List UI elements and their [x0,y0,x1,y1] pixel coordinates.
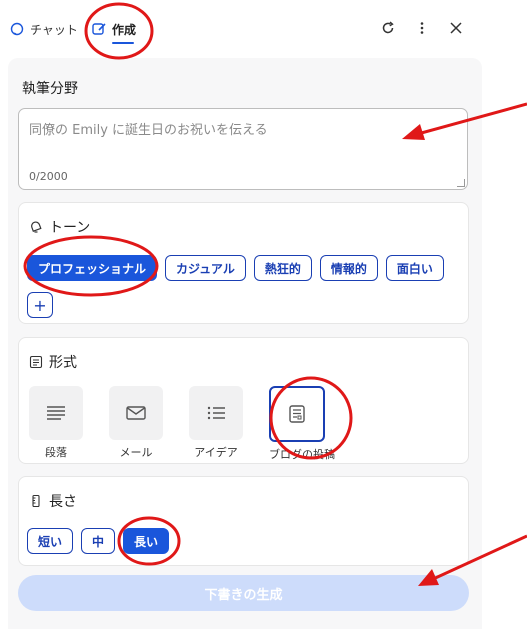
refresh-icon[interactable] [380,20,396,36]
chat-bubble-icon [10,22,24,36]
char-counter: 0/2000 [29,170,68,183]
format-option-ideas[interactable]: アイデア [189,386,243,462]
format-title-label: 形式 [49,355,77,371]
format-title: 形式 [29,352,77,372]
blog-post-icon [289,405,305,423]
tone-chip-informative[interactable]: 情報的 [319,255,378,281]
tone-chip-professional[interactable]: プロフェッショナル [27,255,158,281]
format-option-label: ブログの投稿 [269,448,335,461]
tab-compose[interactable]: 作成 [92,18,137,44]
tone-options: プロフェッショナル カジュアル 熱狂的 情報的 面白い [27,255,444,281]
tone-chip-funny[interactable]: 面白い [385,255,444,281]
length-options: 短い 中 長い [27,528,170,554]
list-icon [29,355,43,369]
edit-icon [92,23,106,35]
top-actions [380,20,464,36]
active-tab-indicator [112,42,134,44]
format-option-paragraph[interactable]: 段落 [29,386,83,462]
add-tone-button[interactable]: + [27,292,53,318]
generate-draft-button[interactable]: 下書きの生成 [18,575,469,611]
length-chip-short[interactable]: 短い [27,528,74,554]
length-title: 長さ [29,491,77,511]
close-icon[interactable] [448,20,464,36]
mail-icon [126,406,146,420]
tone-title-label: トーン [49,220,91,236]
format-option-label: メール [119,446,153,459]
length-chip-medium[interactable]: 中 [81,528,116,554]
format-option-blog-post[interactable]: ブログの投稿 [269,386,335,462]
length-card: 長さ 短い 中 長い [18,476,469,566]
paragraph-icon [47,406,65,420]
tab-chat-label: チャット [30,22,78,37]
top-bar: チャット 作成 [0,0,500,58]
tone-title: トーン [29,217,90,237]
topic-input[interactable] [19,109,467,189]
resize-handle[interactable] [457,179,465,187]
format-options: 段落 メール アイデア ブログの投稿 [29,386,335,462]
format-option-label: 段落 [45,446,67,459]
format-option-label: アイデア [194,446,238,459]
tone-card: トーン プロフェッショナル カジュアル 熱狂的 情報的 面白い + [18,202,469,324]
length-chip-long[interactable]: 長い [123,528,170,554]
more-vertical-icon[interactable] [414,20,430,36]
field-label: 執筆分野 [22,81,78,97]
tab-chat[interactable]: チャット [10,18,78,40]
bullet-list-icon [207,406,225,420]
tone-chip-enthusiastic[interactable]: 熱狂的 [253,255,312,281]
format-option-email[interactable]: メール [109,386,163,462]
bell-icon [31,221,42,233]
tone-chip-casual[interactable]: カジュアル [165,255,246,281]
topic-textarea-container: 0/2000 [18,108,468,190]
length-title-label: 長さ [49,494,77,510]
ruler-icon [32,494,40,508]
tab-compose-label: 作成 [112,22,137,37]
format-card: 形式 段落 メール アイデア ブログの投稿 [18,337,469,464]
